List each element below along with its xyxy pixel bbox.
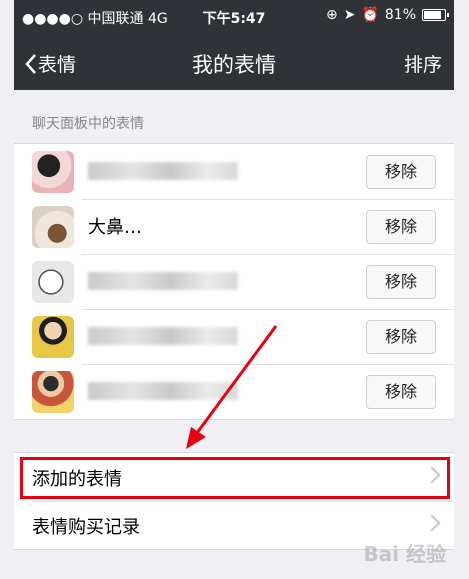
remove-button[interactable]: 移除 [366, 265, 436, 299]
watermark: Bai 经验 [363, 542, 446, 566]
page-title: 我的表情 [192, 53, 276, 77]
added-stickers-item[interactable]: 添加的表情 [14, 453, 454, 501]
navigation-bar: 表情 我的表情 排序 [14, 38, 454, 90]
sticker-avatar [32, 371, 74, 413]
sticker-avatar [32, 316, 74, 358]
sticker-row: 移除 [14, 254, 454, 309]
sticker-row: 移除 [14, 364, 454, 419]
alarm-icon: ⏰ [361, 7, 379, 23]
battery-icon [422, 9, 449, 21]
sticker-name: 大鼻… [88, 217, 142, 238]
rotation-lock-icon: ⊕ [325, 7, 338, 23]
section-header: 聊天面板中的表情 [32, 116, 144, 132]
remove-button[interactable]: 移除 [366, 155, 436, 189]
sticker-row: 移除 [14, 309, 454, 364]
top-bar: ●●●●○ 中国联通 4G 下午5:47 ⊕ ➤ ⏰ 81% 表情 我的表情 排… [14, 0, 454, 90]
phone-screen: ●●●●○ 中国联通 4G 下午5:47 ⊕ ➤ ⏰ 81% 表情 我的表情 排… [14, 0, 454, 579]
sticker-name-blurred [88, 272, 238, 290]
status-right: ⊕ ➤ ⏰ 81% [325, 7, 449, 23]
settings-menu: 添加的表情 表情购买记录 [14, 452, 454, 550]
sticker-name-blurred [88, 162, 238, 180]
chevron-right-icon [423, 514, 441, 532]
added-stickers-label: 添加的表情 [32, 469, 122, 490]
status-bar: ●●●●○ 中国联通 4G 下午5:47 ⊕ ➤ ⏰ 81% [14, 0, 454, 32]
sticker-avatar [32, 261, 74, 303]
sticker-list: 移除 大鼻… 移除 移除 移除 移除 [14, 143, 454, 420]
sticker-avatar [32, 206, 74, 248]
sort-button[interactable]: 排序 [404, 50, 442, 77]
remove-button[interactable]: 移除 [366, 210, 436, 244]
sticker-avatar [32, 151, 74, 193]
remove-button[interactable]: 移除 [366, 375, 436, 409]
sticker-name-blurred [88, 327, 238, 345]
battery-percent: 81% [384, 7, 416, 23]
remove-button[interactable]: 移除 [366, 320, 436, 354]
sticker-name-blurred [88, 382, 238, 400]
sticker-row: 大鼻… 移除 [14, 199, 454, 254]
location-icon: ➤ [343, 7, 356, 23]
chevron-right-icon [423, 466, 441, 484]
sticker-row: 移除 [14, 144, 454, 199]
purchase-history-label: 表情购买记录 [32, 517, 140, 538]
